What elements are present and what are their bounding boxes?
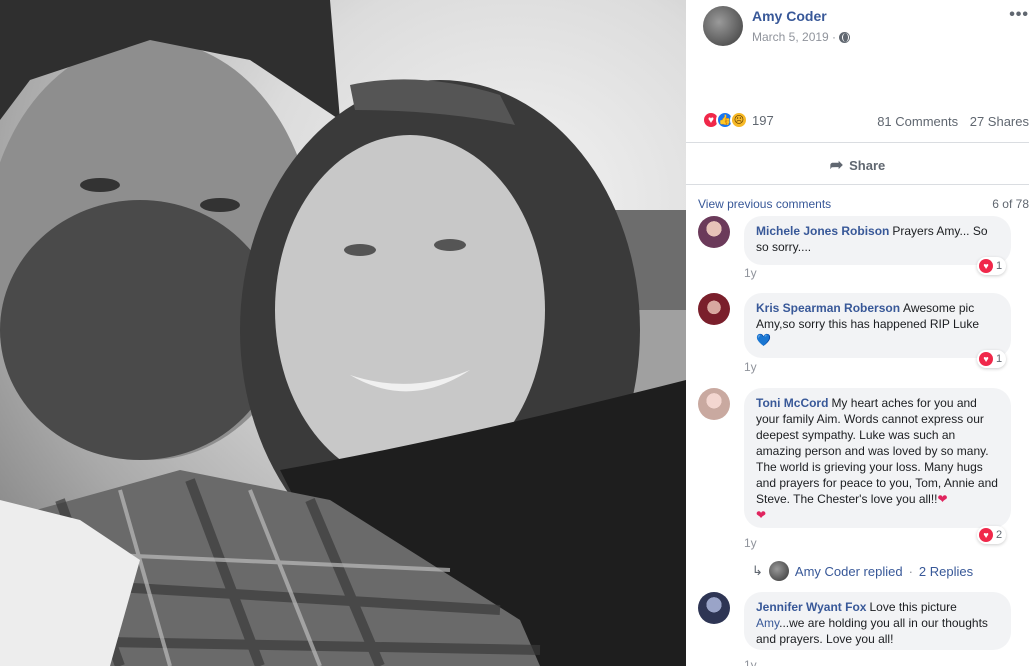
replies-count[interactable]: 2 Replies (919, 564, 973, 579)
commenter-name[interactable]: Toni McCord (756, 396, 828, 410)
share-button[interactable]: ➦ Share (686, 148, 1029, 182)
reply-arrow-icon: ↳ (752, 563, 763, 578)
comment-time[interactable]: 1y (744, 266, 757, 280)
shares-count[interactable]: 27 Shares (970, 114, 1029, 129)
replied-label[interactable]: Amy Coder replied (795, 564, 903, 579)
commenter-avatar[interactable] (698, 216, 730, 248)
divider (686, 142, 1029, 143)
more-options-icon[interactable]: ••• (1009, 6, 1029, 24)
comment-bubble: Toni McCord My heart aches for you and yo… (744, 388, 1011, 528)
post-photo[interactable] (0, 0, 686, 666)
commenter-avatar[interactable] (698, 592, 730, 624)
comment-time[interactable]: 1y (744, 536, 757, 550)
comment-reaction-badge[interactable]: ♥ 1 (977, 257, 1007, 275)
comment-bubble: Michele Jones Robison Prayers Amy... So s… (744, 216, 1011, 265)
author-avatar[interactable] (703, 6, 743, 46)
comment-reaction-badge[interactable]: ♥ 2 (977, 526, 1007, 544)
commenter-name[interactable]: Jennifer Wyant Fox (756, 600, 866, 614)
comment-text: My heart aches for you and your family A… (756, 396, 998, 506)
love-reaction-icon: ♥ (979, 352, 993, 366)
author-name[interactable]: Amy Coder (752, 8, 827, 24)
commenter-avatar[interactable] (698, 388, 730, 420)
comments-count[interactable]: 81 Comments (877, 114, 958, 129)
share-icon: ➦ (829, 157, 844, 174)
view-previous-comments-link[interactable]: View previous comments (698, 197, 831, 211)
love-reaction-icon: ♥ (979, 259, 993, 273)
reaction-count: 197 (752, 112, 774, 128)
replier-avatar (768, 561, 789, 581)
share-label: Share (849, 157, 886, 173)
comment-reaction-count: 1 (996, 353, 1003, 365)
sad-reaction-icon: ☹ (730, 111, 748, 129)
comment-text-rest: ...we are holding you all in our thought… (756, 616, 988, 646)
red-heart-emoji: ❤ (756, 508, 767, 522)
globe-icon (839, 31, 851, 43)
post-side-panel: Amy Coder March 5, 2019 · ••• ♥ 👍 ☹ 197 … (686, 0, 1029, 666)
separator: · (908, 563, 913, 579)
reactions-summary[interactable]: ♥ 👍 ☹ 197 (702, 111, 774, 129)
commenter-avatar[interactable] (698, 293, 730, 325)
comment-bubble: Jennifer Wyant Fox Love this picture Amy.… (744, 592, 1011, 650)
photo-image (0, 0, 686, 666)
comment-time[interactable]: 1y (744, 658, 757, 666)
post-stats: 81 Comments 27 Shares (869, 114, 1029, 129)
comment-time[interactable]: 1y (744, 360, 757, 374)
comment-text: Love this picture (869, 600, 957, 614)
post-date-row: March 5, 2019 · (752, 30, 851, 44)
comment-reaction-count: 2 (996, 529, 1003, 541)
love-reaction-icon: ♥ (979, 528, 993, 542)
comments-pager-count: 6 of 78 (992, 197, 1029, 211)
blue-heart-emoji: 💙 (756, 333, 771, 347)
comment-bubble: Kris Spearman Roberson Awesome pic Amy,so… (744, 293, 1011, 358)
comment-reaction-badge[interactable]: ♥ 1 (977, 350, 1007, 368)
divider (686, 184, 1029, 185)
commenter-name[interactable]: Kris Spearman Roberson (756, 301, 900, 315)
replies-row[interactable]: ↳ Amy Coder replied · 2 Replies (752, 561, 973, 581)
commenter-name[interactable]: Michele Jones Robison (756, 224, 889, 238)
post-date[interactable]: March 5, 2019 · (752, 30, 836, 44)
comment-reaction-count: 1 (996, 260, 1003, 272)
mention-link[interactable]: Amy (756, 616, 779, 630)
red-heart-emoji: ❤ (937, 492, 948, 506)
